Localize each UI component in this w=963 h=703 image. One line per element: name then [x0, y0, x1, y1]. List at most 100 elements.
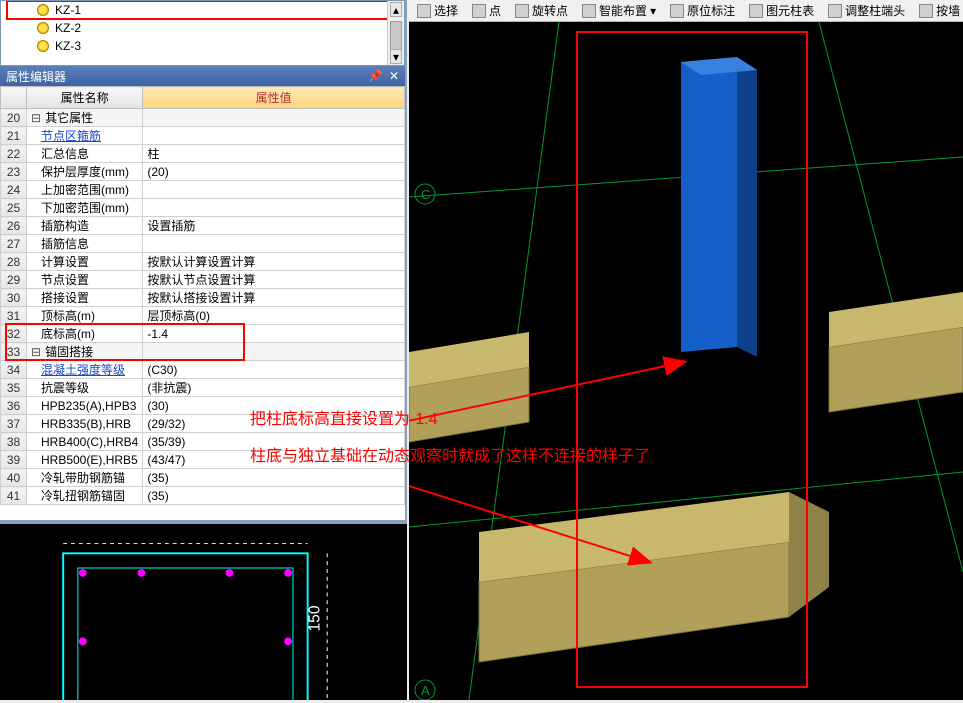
property-value[interactable]: 按默认搭接设置计算	[143, 289, 405, 307]
row-number: 32	[1, 325, 27, 343]
toolbar-smart-place[interactable]: 智能布置 ▾	[582, 2, 656, 19]
property-value[interactable]	[143, 127, 405, 145]
toolbar-inplace-label[interactable]: 原位标注	[670, 2, 735, 19]
property-row[interactable]: 27插筋信息	[1, 235, 405, 253]
collapse-icon[interactable]: ⊟	[31, 346, 41, 360]
pin-icon[interactable]: 📌	[368, 69, 383, 83]
label-icon	[670, 4, 684, 18]
point-icon	[472, 4, 486, 18]
toolbar-select[interactable]: 选择	[417, 2, 458, 19]
property-value[interactable]: (20)	[143, 163, 405, 181]
property-row[interactable]: 34混凝土强度等级(C30)	[1, 361, 405, 379]
property-name: ⊟其它属性	[27, 109, 143, 127]
close-icon[interactable]: ✕	[389, 69, 399, 83]
property-value[interactable]: (35)	[143, 469, 405, 487]
property-name: 抗震等级	[27, 379, 143, 397]
property-value[interactable]	[143, 181, 405, 199]
property-value[interactable]	[143, 199, 405, 217]
property-name: HPB235(A),HPB3	[27, 397, 143, 415]
viewport-canvas[interactable]: C A	[409, 22, 963, 700]
property-value[interactable]: (C30)	[143, 361, 405, 379]
property-name: 上加密范围(mm)	[27, 181, 143, 199]
property-row[interactable]: 28计算设置按默认计算设置计算	[1, 253, 405, 271]
row-number: 38	[1, 433, 27, 451]
property-row[interactable]: 33⊟锚固搭接	[1, 343, 405, 361]
property-name: 冷轧带肋钢筋锚	[27, 469, 143, 487]
section-svg: 150	[0, 524, 407, 700]
property-row[interactable]: 24上加密范围(mm)	[1, 181, 405, 199]
row-number: 31	[1, 307, 27, 325]
row-number: 27	[1, 235, 27, 253]
property-row[interactable]: 41冷轧扭钢筋锚固(35)	[1, 487, 405, 505]
property-value[interactable]: -1.4	[143, 325, 405, 343]
toolbar-rotate-point[interactable]: 旋转点	[515, 2, 568, 19]
panel-title-text: 属性编辑器	[6, 68, 66, 85]
property-value[interactable]: 设置插筋	[143, 217, 405, 235]
property-name: 插筋信息	[27, 235, 143, 253]
property-row[interactable]: 20⊟其它属性	[1, 109, 405, 127]
property-value[interactable]	[143, 235, 405, 253]
property-name: 底标高(m)	[27, 325, 143, 343]
row-number: 37	[1, 415, 27, 433]
property-name: HRB500(E),HRB5	[27, 451, 143, 469]
row-number: 29	[1, 271, 27, 289]
property-value[interactable]: 按默认节点设置计算	[143, 271, 405, 289]
property-row[interactable]: 30搭接设置按默认搭接设置计算	[1, 289, 405, 307]
property-row[interactable]: 35抗震等级(非抗震)	[1, 379, 405, 397]
property-row[interactable]: 40冷轧带肋钢筋锚(35)	[1, 469, 405, 487]
property-value[interactable]	[143, 343, 405, 361]
row-number: 21	[1, 127, 27, 145]
value-header: 属性值	[143, 87, 405, 109]
row-number: 33	[1, 343, 27, 361]
property-value[interactable]: (非抗震)	[143, 379, 405, 397]
row-number: 26	[1, 217, 27, 235]
property-value[interactable]	[143, 109, 405, 127]
row-number: 28	[1, 253, 27, 271]
3d-viewport[interactable]: 选择 点 旋转点 智能布置 ▾ 原位标注 图元柱表 调整柱端头 按墙	[409, 0, 963, 700]
tree-scrollbar[interactable]: ▴ ▾	[387, 1, 404, 65]
property-row[interactable]: 29节点设置按默认节点设置计算	[1, 271, 405, 289]
collapse-icon[interactable]: ⊟	[31, 112, 41, 126]
row-number: 34	[1, 361, 27, 379]
column-kz1[interactable]	[681, 57, 757, 357]
component-tree: KZ-1 KZ-2 KZ-3 ▴ ▾	[0, 0, 405, 66]
toolbar-column-table[interactable]: 图元柱表	[749, 2, 814, 19]
toolbar-by-wall[interactable]: 按墙	[919, 2, 960, 19]
tree-item-label: KZ-2	[55, 21, 81, 35]
property-name: 下加密范围(mm)	[27, 199, 143, 217]
tree-item-kz1[interactable]: KZ-1	[7, 1, 398, 19]
property-row[interactable]: 31顶标高(m)层顶标高(0)	[1, 307, 405, 325]
scroll-down-icon[interactable]: ▾	[390, 49, 402, 64]
toolbar-adjust-end[interactable]: 调整柱端头	[828, 2, 905, 19]
row-number: 36	[1, 397, 27, 415]
property-panel-title-bar: 属性编辑器 📌 ✕	[0, 66, 405, 86]
property-row[interactable]: 32底标高(m)-1.4	[1, 325, 405, 343]
property-row[interactable]: 23保护层厚度(mm)(20)	[1, 163, 405, 181]
toolbar-point[interactable]: 点	[472, 2, 501, 19]
row-number: 23	[1, 163, 27, 181]
property-row[interactable]: 26插筋构造设置插筋	[1, 217, 405, 235]
property-row[interactable]: 21节点区箍筋	[1, 127, 405, 145]
property-value[interactable]: (35)	[143, 487, 405, 505]
row-number: 25	[1, 199, 27, 217]
tree-item-kz2[interactable]: KZ-2	[7, 19, 398, 37]
row-number: 22	[1, 145, 27, 163]
property-value[interactable]: 按默认计算设置计算	[143, 253, 405, 271]
row-number: 39	[1, 451, 27, 469]
scroll-thumb[interactable]	[390, 21, 402, 51]
property-name: 汇总信息	[27, 145, 143, 163]
wall-icon	[919, 4, 933, 18]
tree-item-kz3[interactable]: KZ-3	[7, 37, 398, 55]
rownum-header	[1, 87, 27, 109]
scroll-up-icon[interactable]: ▴	[390, 2, 402, 17]
annotation-text-1: 把柱底标高直接设置为-1.4	[250, 405, 438, 429]
foundation-3	[479, 492, 829, 662]
property-value[interactable]: 层顶标高(0)	[143, 307, 405, 325]
property-row[interactable]: 25下加密范围(mm)	[1, 199, 405, 217]
gear-icon	[37, 4, 49, 16]
property-name: 节点区箍筋	[27, 127, 143, 145]
row-number: 24	[1, 181, 27, 199]
section-preview: 150	[0, 520, 407, 700]
property-value[interactable]: 柱	[143, 145, 405, 163]
property-row[interactable]: 22汇总信息柱	[1, 145, 405, 163]
